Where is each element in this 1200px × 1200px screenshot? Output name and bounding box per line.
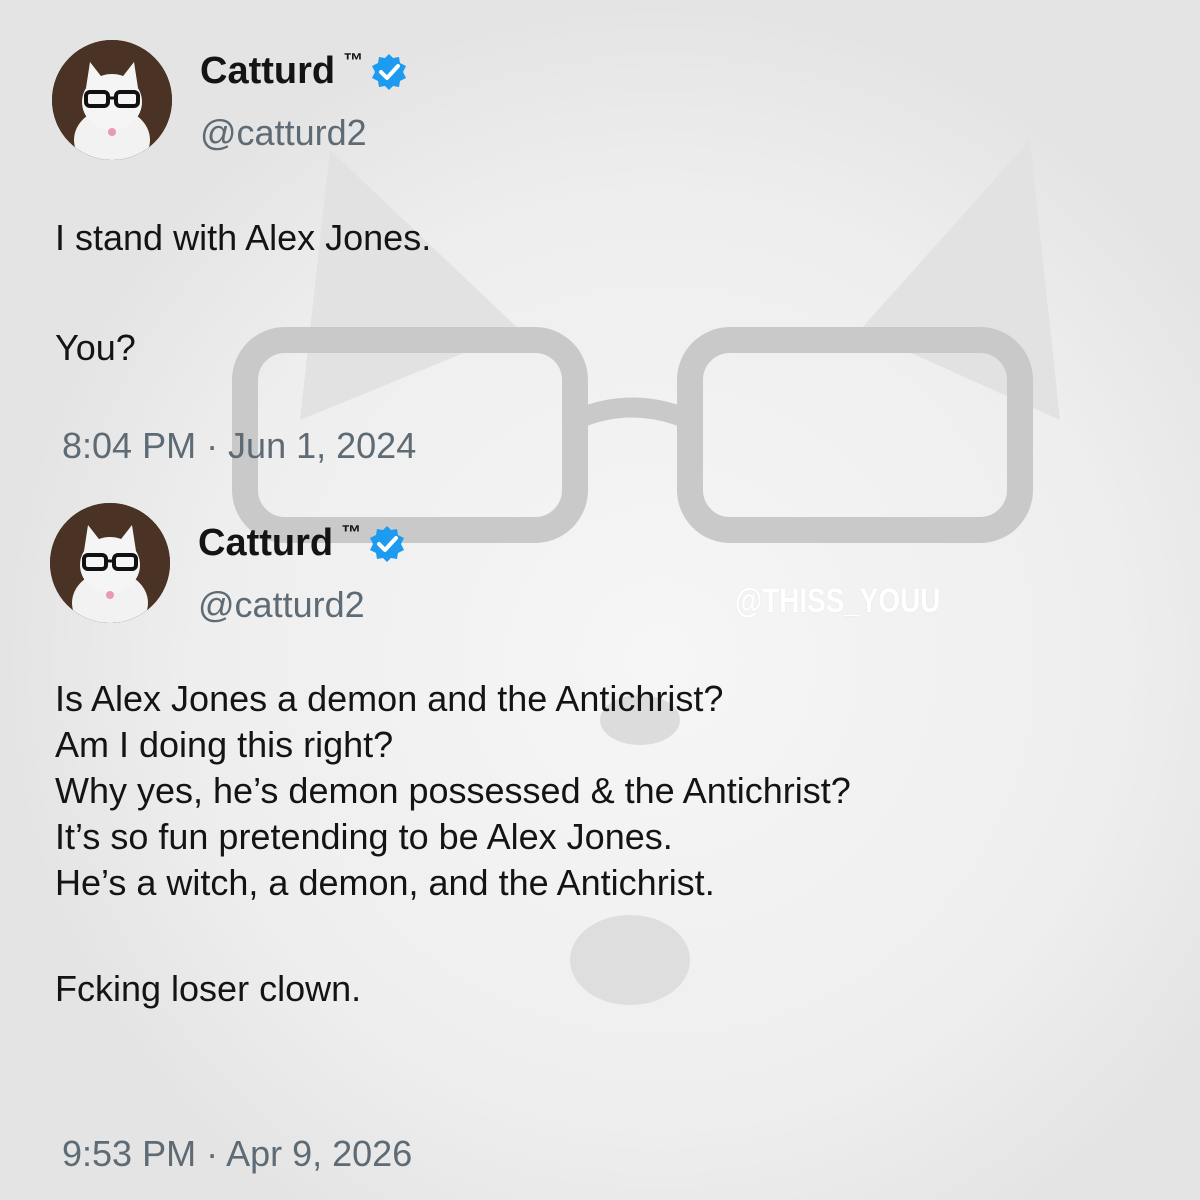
- author-handle[interactable]: @catturd2: [200, 112, 367, 154]
- tweet-body: I stand with Alex Jones. You?: [55, 210, 431, 375]
- watermark: @THISS_YOUU: [735, 582, 941, 620]
- trademark-label: ™: [343, 50, 364, 72]
- tweet-line: I stand with Alex Jones.: [55, 217, 432, 258]
- tweet-line: Why yes, he’s demon possessed & the Anti…: [55, 770, 851, 811]
- trademark-label: ™: [341, 522, 362, 544]
- tweet-line: It’s so fun pretending to be Alex Jones.: [55, 816, 673, 857]
- author-name[interactable]: Catturd: [198, 522, 333, 565]
- tweet-line: [55, 906, 851, 966]
- background-cat-image: [0, 0, 1200, 1200]
- tweet-line: You?: [55, 327, 136, 368]
- author-name[interactable]: Catturd: [200, 50, 335, 93]
- tweet-line: Is Alex Jones a demon and the Antichrist…: [55, 678, 724, 719]
- tweet-line: He’s a witch, a demon, and the Antichris…: [55, 862, 715, 903]
- author-handle[interactable]: @catturd2: [198, 584, 365, 626]
- timestamp[interactable]: 9:53 PM · Apr 9, 2026: [62, 1133, 412, 1175]
- verified-badge-icon: [370, 525, 405, 562]
- timestamp[interactable]: 8:04 PM · Jun 1, 2024: [62, 425, 416, 467]
- avatar[interactable]: [50, 503, 170, 623]
- avatar[interactable]: [52, 40, 172, 160]
- author-name-row: Catturd ™: [198, 522, 407, 565]
- cat-avatar-icon: [52, 40, 172, 160]
- tweet-line: [55, 265, 431, 320]
- tweet-line: Am I doing this right?: [55, 724, 394, 765]
- verified-badge-icon: [372, 53, 407, 90]
- cat-avatar-icon: [50, 503, 170, 623]
- author-name-row: Catturd ™: [200, 50, 409, 93]
- tweet-line: Fcking loser clown.: [55, 968, 362, 1009]
- tweet-body: Is Alex Jones a demon and the Antichrist…: [55, 676, 851, 1012]
